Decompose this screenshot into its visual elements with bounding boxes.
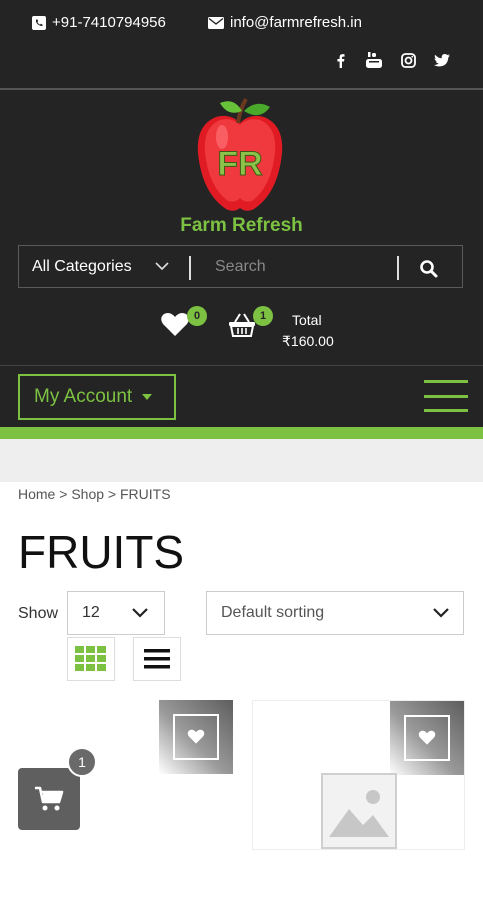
- logo-monogram: FR: [217, 145, 262, 183]
- phone-icon: [32, 15, 46, 30]
- my-account-label: My Account: [34, 386, 133, 407]
- social-links: [330, 50, 452, 70]
- breadcrumb: Home > Shop > FRUITS: [18, 486, 171, 502]
- breadcrumb-separator: >: [107, 486, 117, 502]
- search-separator: [189, 256, 191, 280]
- floating-cart-count-badge: 1: [67, 747, 97, 777]
- search-input[interactable]: [199, 252, 389, 282]
- breadcrumb-separator: >: [59, 486, 68, 502]
- nav-bar: My Account: [0, 365, 483, 427]
- breadcrumb-shop[interactable]: Shop: [71, 486, 104, 502]
- brand-name: Farm Refresh: [180, 215, 303, 236]
- cart-count-badge: 1: [253, 306, 273, 326]
- top-bar: +91-7410794956 info@farmrefresh.in: [0, 0, 483, 88]
- per-page-select[interactable]: 12: [67, 591, 165, 635]
- add-to-wishlist-button[interactable]: [159, 700, 233, 774]
- sort-value: Default sorting: [221, 604, 325, 621]
- my-account-button[interactable]: My Account: [18, 374, 176, 420]
- image-placeholder-icon: [321, 773, 397, 849]
- facebook-icon[interactable]: [330, 50, 350, 70]
- email-address[interactable]: info@farmrefresh.in: [230, 14, 362, 31]
- show-label: Show: [18, 605, 59, 622]
- farm-refresh-logo[interactable]: FR: [190, 95, 290, 213]
- chevron-down-icon: [132, 608, 148, 618]
- sort-select[interactable]: Default sorting: [206, 591, 464, 635]
- breadcrumb-current: FRUITS: [120, 486, 171, 502]
- grid-view-icon: [75, 646, 106, 671]
- category-select[interactable]: All Categories: [32, 258, 132, 276]
- chevron-down-icon: [433, 608, 449, 618]
- wishlist-heart-icon[interactable]: [160, 312, 190, 338]
- floating-cart-button[interactable]: [18, 768, 80, 830]
- email-contact[interactable]: info@farmrefresh.in: [208, 14, 362, 31]
- search-separator: [397, 256, 399, 280]
- accent-strip: [0, 427, 483, 439]
- phone-number[interactable]: +91-7410794956: [52, 14, 166, 31]
- chevron-down-icon[interactable]: [155, 261, 169, 271]
- cart-total-value: ₹160.00: [282, 333, 334, 349]
- instagram-icon[interactable]: [398, 50, 418, 70]
- twitter-icon[interactable]: [432, 50, 452, 70]
- product-card[interactable]: [252, 700, 465, 850]
- heart-icon: [418, 730, 436, 745]
- add-to-wishlist-button[interactable]: [390, 701, 464, 775]
- wishlist-count-badge: 0: [187, 306, 207, 326]
- envelope-icon: [208, 16, 224, 29]
- hamburger-menu-icon[interactable]: [424, 380, 468, 412]
- caret-down-icon: [142, 394, 153, 400]
- youtube-icon[interactable]: [364, 50, 384, 70]
- list-view-icon: [144, 649, 170, 669]
- page-title: FRUITS: [18, 526, 185, 578]
- heart-icon: [187, 729, 205, 744]
- search-icon[interactable]: [417, 257, 441, 281]
- phone-contact[interactable]: +91-7410794956: [32, 14, 166, 31]
- breadcrumb-home[interactable]: Home: [18, 486, 55, 502]
- search-bar: All Categories: [18, 245, 463, 288]
- per-page-value: 12: [82, 604, 100, 621]
- list-view-button[interactable]: [133, 637, 181, 681]
- gray-band: [0, 439, 483, 482]
- shopping-cart-icon: [35, 786, 64, 811]
- cart-total-label: Total: [292, 312, 322, 328]
- grid-view-button[interactable]: [67, 637, 115, 681]
